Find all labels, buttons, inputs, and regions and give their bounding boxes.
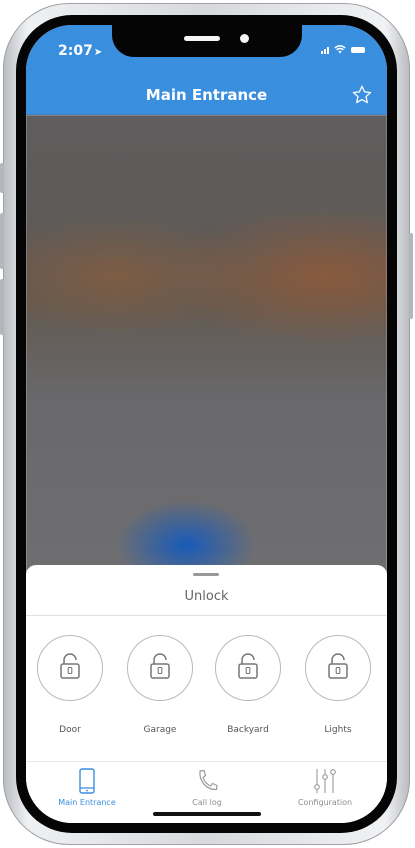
divider [26,615,387,616]
padlock-icon [238,653,258,679]
camera-video-feed [26,115,387,585]
phone-device-icon [79,768,95,794]
lock-label: Garage [143,725,177,735]
favorite-star-icon[interactable] [351,84,373,106]
tab-bar: Main Entrance Call log Configuration [26,761,387,814]
status-time: 2:07➤ [58,43,102,59]
lock-label: Door [59,725,81,735]
status-bar: 2:07➤ [26,25,387,75]
location-arrow-icon: ➤ [93,47,103,58]
tab-label: Main Entrance [58,798,116,807]
tab-label: Configuration [297,798,353,807]
front-camera [240,34,249,43]
sliders-icon [314,769,336,793]
signal-icon [321,46,329,54]
status-icons [321,45,365,54]
tab-label: Call log [192,798,222,807]
notch [112,25,302,57]
sheet-drag-handle[interactable] [193,573,219,576]
time-text: 2:07 [58,43,93,59]
lock-circle[interactable] [127,635,193,701]
lock-garage-button[interactable]: Garage [120,635,200,735]
home-indicator [153,812,261,816]
lock-buttons: Door Garage Backyard Lights [26,635,387,735]
lock-backyard-button[interactable]: Backyard [208,635,288,735]
lock-label: Backyard [227,725,269,735]
power-button [409,233,413,319]
lock-lights-button[interactable]: Lights [298,635,378,735]
speaker [184,36,220,41]
lock-circle[interactable] [305,635,371,701]
volume-up-button [0,213,4,269]
lock-door-button[interactable]: Door [30,635,110,735]
sheet-title: Unlock [184,589,229,604]
tab-main-entrance[interactable]: Main Entrance [32,768,142,807]
tab-configuration[interactable]: Configuration [270,768,380,807]
padlock-icon [328,653,348,679]
lock-circle[interactable] [37,635,103,701]
nav-header: Main Entrance [26,75,387,115]
phone-bezel: 2:07➤ Main Entrance Unlock Door Garage B… [16,15,397,833]
lock-circle[interactable] [215,635,281,701]
tab-call-log[interactable]: Call log [152,768,262,807]
phone-frame: 2:07➤ Main Entrance Unlock Door Garage B… [0,3,413,845]
padlock-icon [60,653,80,679]
lock-label: Lights [324,725,352,735]
battery-icon [351,46,365,53]
wifi-icon [334,45,346,54]
page-title: Main Entrance [145,86,268,104]
phone-handset-icon [199,769,218,791]
mute-switch [0,163,4,193]
screen: 2:07➤ Main Entrance Unlock Door Garage B… [26,25,387,823]
unlock-sheet: Unlock Door Garage Backyard Lights Main … [26,565,387,823]
padlock-icon [150,653,170,679]
volume-down-button [0,279,4,335]
